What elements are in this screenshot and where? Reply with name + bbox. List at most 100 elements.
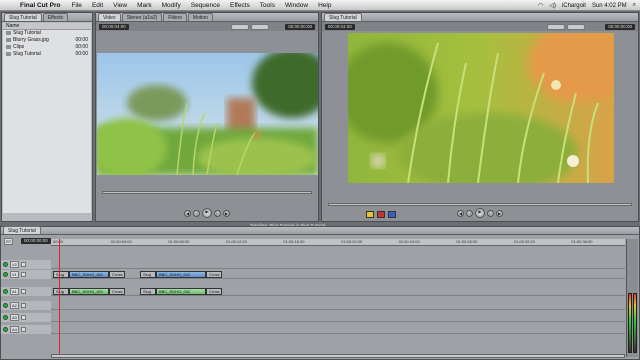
- tab-video[interactable]: Video: [98, 13, 121, 21]
- viewer-duration[interactable]: 00:00:04:00: [99, 23, 129, 30]
- timeline-clip[interactable]: Slug: [140, 271, 156, 278]
- play-around-icon[interactable]: ▷: [487, 209, 494, 217]
- tab-effects[interactable]: Effects: [42, 13, 68, 21]
- canvas-view-dropdown[interactable]: [566, 23, 585, 30]
- track-label[interactable]: V1: [10, 271, 19, 278]
- track-visibility-icon[interactable]: [3, 272, 8, 277]
- play-icon[interactable]: ▶: [475, 208, 485, 218]
- timeline-clip[interactable]: Cross: [206, 271, 222, 278]
- menu-sequence[interactable]: Sequence: [191, 2, 220, 9]
- browser-column-name[interactable]: Name: [3, 23, 91, 30]
- tab-filters[interactable]: Filters: [163, 13, 187, 21]
- lock-icon[interactable]: [20, 315, 26, 320]
- track-label[interactable]: V2: [10, 261, 19, 268]
- list-item[interactable]: Blurry Grass.jpg 00:00: [3, 37, 91, 44]
- lock-icon[interactable]: [20, 303, 26, 308]
- browser-item-value: 00:00: [75, 51, 88, 57]
- viewer-current-time[interactable]: 00:00:00:00: [285, 23, 315, 30]
- play-icon[interactable]: ▶: [202, 208, 212, 218]
- menu-app-name[interactable]: Final Cut Pro: [20, 2, 60, 9]
- lock-icon[interactable]: [20, 289, 26, 294]
- tab-motion[interactable]: Motion: [187, 13, 213, 21]
- track-visibility-icon[interactable]: [3, 262, 8, 267]
- track-visibility-icon[interactable]: [3, 315, 8, 320]
- menu-file[interactable]: File: [71, 2, 81, 9]
- viewer-transport: ◀ ◁ ▶ ▷ ▶: [96, 207, 318, 219]
- prev-edit-icon[interactable]: ◀: [184, 209, 191, 217]
- lock-icon[interactable]: [20, 262, 26, 267]
- track-label[interactable]: A3: [10, 314, 19, 321]
- canvas-zoom-dropdown[interactable]: [546, 23, 565, 30]
- tab-slug-tutorial[interactable]: Slug Tutorial: [4, 13, 42, 21]
- timeline-clip[interactable]: BBC_SOHO_001: [69, 288, 109, 295]
- list-item[interactable]: Slug Tutorial 00:00: [3, 51, 91, 58]
- menu-window[interactable]: Window: [285, 2, 308, 9]
- timeline-clip[interactable]: BBC_SOHO_002: [156, 288, 206, 295]
- list-item[interactable]: Slug Tutorial: [3, 30, 91, 37]
- replace-edit-icon[interactable]: [388, 211, 396, 218]
- track-label[interactable]: A1: [10, 288, 19, 295]
- menu-modify[interactable]: Modify: [162, 2, 181, 9]
- canvas-tabs: Slug Tutorial: [322, 13, 638, 22]
- ruler-tick-label: 01:00:08:00: [168, 239, 190, 244]
- timeline-clip[interactable]: Slug: [140, 288, 156, 295]
- play-in-out-icon[interactable]: ◁: [193, 209, 200, 217]
- track-visibility-icon[interactable]: [3, 327, 8, 332]
- timeline-clip[interactable]: Cross: [109, 288, 125, 295]
- menu-tools[interactable]: Tools: [260, 2, 275, 9]
- rt-menu[interactable]: RT: [4, 238, 14, 245]
- browser-item-name: Slug Tutorial: [13, 30, 41, 36]
- volume-icon[interactable]: ◁): [549, 2, 556, 9]
- lock-icon[interactable]: [20, 272, 26, 277]
- canvas-duration[interactable]: 00:00:04:00: [325, 23, 355, 30]
- track-label[interactable]: A4: [10, 326, 19, 333]
- tab-canvas-sequence[interactable]: Slug Tutorial: [324, 13, 362, 21]
- timeline-clip[interactable]: Slug: [53, 271, 69, 278]
- timeline-clip[interactable]: BBC_SOHO_001: [69, 271, 109, 278]
- canvas-image[interactable]: [348, 33, 614, 183]
- track-label[interactable]: A2: [10, 302, 19, 309]
- viewer-image[interactable]: [97, 53, 318, 175]
- timeline-clip[interactable]: BBC_SOHO_002: [156, 271, 206, 278]
- menu-extras: ◠ ◁) iChargoit Sun 4:02 PM ⌕: [538, 0, 636, 11]
- next-edit-icon[interactable]: ▶: [496, 209, 503, 217]
- viewer-zoom-dropdown[interactable]: [230, 23, 249, 30]
- playhead[interactable]: [59, 239, 60, 357]
- menu-view[interactable]: View: [113, 2, 127, 9]
- track-visibility-icon[interactable]: [3, 303, 8, 308]
- timeline-clip[interactable]: Slug: [53, 288, 69, 295]
- timeline-clip[interactable]: Cross: [109, 271, 125, 278]
- menu-edit[interactable]: Edit: [92, 2, 103, 9]
- insert-edit-icon[interactable]: [366, 211, 374, 218]
- menu-mark[interactable]: Mark: [137, 2, 151, 9]
- play-around-icon[interactable]: ▷: [214, 209, 221, 217]
- canvas-edit-overlay-buttons: [366, 211, 396, 218]
- prev-edit-icon[interactable]: ◀: [457, 209, 464, 217]
- ruler-tick-label: 01:00:04:00: [110, 239, 132, 244]
- timeline-ruler[interactable]: 00:00 01:00:04:00 01:00:08:00 01:00:12:00 01…: [51, 239, 625, 246]
- menu-help[interactable]: Help: [318, 2, 331, 9]
- wifi-icon[interactable]: ◠: [538, 2, 543, 9]
- overwrite-edit-icon[interactable]: [377, 211, 385, 218]
- menu-clock[interactable]: Sun 4:02 PM: [592, 3, 627, 9]
- menu-effects[interactable]: Effects: [230, 2, 250, 9]
- spotlight-icon[interactable]: ⌕: [633, 2, 636, 9]
- viewer-scrubber[interactable]: [102, 191, 312, 194]
- track-v2: V2: [1, 260, 625, 269]
- menu-user[interactable]: iChargoit: [562, 3, 586, 9]
- list-item[interactable]: Clips 00:00: [3, 44, 91, 51]
- tab-stereo[interactable]: Stereo (a1a2): [121, 13, 163, 21]
- timeline-clip[interactable]: Cross: [206, 288, 222, 295]
- track-visibility-icon[interactable]: [3, 289, 8, 294]
- canvas-current-time[interactable]: 00:00:00:00: [605, 23, 635, 30]
- audio-meter-right: [633, 293, 637, 353]
- canvas-scrubber[interactable]: [328, 203, 632, 206]
- viewer-view-dropdown[interactable]: [250, 23, 269, 30]
- play-in-out-icon[interactable]: ◁: [466, 209, 473, 217]
- lock-icon[interactable]: [20, 327, 26, 332]
- tab-timeline-sequence[interactable]: Slug Tutorial: [3, 226, 41, 234]
- timeline-current-time[interactable]: 00:00:00:00: [21, 238, 51, 244]
- timeline-horizontal-scrollbar[interactable]: [51, 354, 625, 358]
- timeline-vertical-scrollbar[interactable]: [626, 239, 638, 357]
- next-edit-icon[interactable]: ▶: [223, 209, 230, 217]
